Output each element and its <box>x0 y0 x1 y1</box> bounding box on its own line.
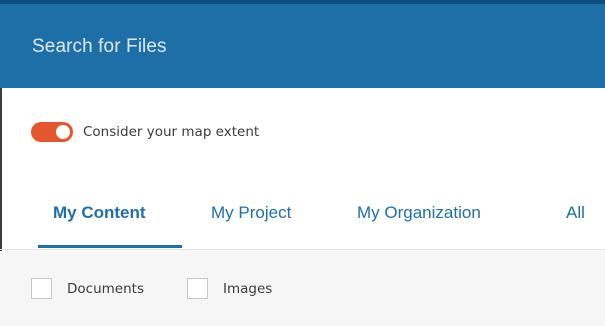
dialog-title: Search for Files <box>32 36 167 57</box>
tab-my-content[interactable]: My Content <box>53 203 146 223</box>
map-extent-toggle-row: Consider your map extent <box>31 121 259 143</box>
tab-my-project[interactable]: My Project <box>211 203 291 223</box>
search-files-dialog: Search for Files Consider your map exten… <box>0 0 605 326</box>
tab-all[interactable]: All <box>566 203 585 223</box>
map-extent-toggle-label: Consider your map extent <box>83 124 260 140</box>
documents-label: Documents <box>67 280 144 297</box>
images-label: Images <box>223 280 273 297</box>
documents-checkbox[interactable] <box>31 278 52 299</box>
dialog-header: Search for Files <box>0 0 605 88</box>
images-checkbox[interactable] <box>187 278 208 299</box>
content-tabs: My Content My Project My Organization Al… <box>0 195 605 250</box>
type-filters: Documents Images <box>0 251 605 326</box>
filter-images[interactable]: Images <box>187 278 272 299</box>
active-tab-indicator <box>38 245 182 248</box>
filter-documents[interactable]: Documents <box>31 278 144 299</box>
toggle-knob <box>56 125 70 139</box>
tab-my-organization[interactable]: My Organization <box>357 203 481 223</box>
map-extent-toggle[interactable] <box>31 122 73 142</box>
